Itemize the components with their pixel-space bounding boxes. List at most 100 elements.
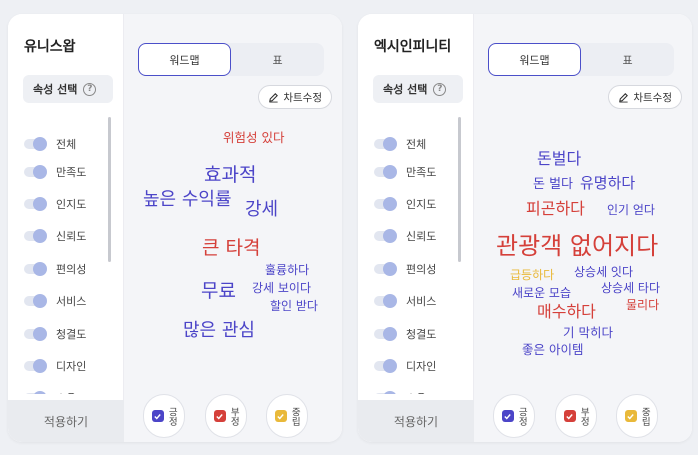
legend-positive[interactable]: 긍정 (493, 394, 535, 438)
toggle-switch[interactable] (24, 262, 47, 276)
word-cloud-word[interactable]: 무료 (201, 282, 236, 301)
word-cloud-word[interactable]: 좋은 아이템 (522, 343, 583, 357)
attribute-item[interactable]: 전체 (374, 134, 426, 154)
word-cloud-word[interactable]: 할인 받다 (270, 300, 318, 312)
tab-wordmap[interactable]: 워드맵 (488, 43, 581, 76)
toggle-switch[interactable] (24, 229, 47, 243)
attribute-item[interactable]: 디자인 (24, 356, 86, 376)
legend-neutral[interactable]: 중립 (616, 394, 658, 438)
word-cloud-word[interactable]: 훌륭하다 (265, 264, 309, 276)
toggle-switch[interactable] (24, 137, 47, 151)
toggle-switch[interactable] (374, 197, 397, 211)
edit-chart-button[interactable]: 차트수정 (608, 85, 682, 109)
tab-wordmap[interactable]: 워드맵 (138, 43, 231, 76)
toggle-switch[interactable] (374, 165, 397, 179)
word-cloud-word[interactable]: 큰 타격 (202, 239, 260, 258)
legend-label: 긍정 (166, 406, 178, 426)
toggle-switch[interactable] (24, 165, 47, 179)
attribute-label: 서비스 (56, 295, 87, 308)
toggle-switch[interactable] (24, 197, 47, 211)
checkbox-checked-icon (213, 410, 226, 422)
attribute-item[interactable]: 인지도 (24, 194, 86, 214)
word-cloud-word[interactable]: 피곤하다 (526, 201, 585, 217)
attribute-item[interactable]: 만족도 (374, 162, 436, 182)
word-cloud-word[interactable]: 강세 (245, 201, 278, 219)
attribute-label: 신뢰도 (56, 230, 87, 243)
word-cloud-word[interactable]: 급등하다 (510, 269, 554, 281)
attribute-label: 소음 (406, 390, 426, 394)
pencil-icon (269, 92, 279, 103)
word-cloud: 위험성 있다 효과적 높은 수익률 강세 큰 타격 훌륭하다 무료 강세 보이다… (124, 114, 342, 394)
toggle-switch[interactable] (24, 391, 47, 394)
legend-positive[interactable]: 긍정 (143, 394, 185, 438)
word-cloud-word[interactable]: 관광객 없어지다 (496, 234, 658, 258)
word-cloud-word[interactable]: 위험성 있다 (223, 131, 284, 145)
apply-button[interactable]: 적용하기 (358, 400, 474, 442)
word-cloud-word[interactable]: 유명하다 (580, 176, 635, 191)
word-cloud-word[interactable]: 물리다 (626, 299, 659, 311)
word-cloud-word[interactable]: 높은 수익률 (143, 191, 232, 209)
attribute-label: 인지도 (56, 198, 87, 211)
legend-neutral[interactable]: 중립 (266, 394, 308, 438)
legend-negative[interactable]: 부정 (205, 394, 247, 438)
attribute-select-header: 속성 선택 ? (373, 75, 463, 103)
word-cloud-word[interactable]: 돈 벌다 (533, 178, 573, 191)
attribute-item[interactable]: 전체 (24, 134, 76, 154)
attribute-item[interactable]: 서비스 (24, 291, 86, 311)
word-cloud-word[interactable]: 기 막히다 (563, 326, 613, 340)
legend-negative[interactable]: 부정 (555, 394, 597, 438)
apply-button[interactable]: 적용하기 (8, 400, 124, 442)
attribute-label: 편의성 (56, 263, 87, 276)
attribute-label: 만족도 (406, 166, 437, 179)
toggle-switch[interactable] (374, 262, 397, 276)
word-cloud-word[interactable]: 매수하다 (537, 304, 596, 320)
toggle-switch[interactable] (374, 327, 397, 341)
toggle-switch[interactable] (24, 327, 47, 341)
toggle-switch[interactable] (374, 359, 397, 373)
attribute-item[interactable]: 청결도 (374, 324, 436, 344)
word-cloud-word[interactable]: 새로운 모습 (512, 287, 571, 299)
edit-chart-button[interactable]: 차트수정 (258, 85, 332, 109)
attribute-item[interactable]: 청결도 (24, 324, 86, 344)
toggle-switch[interactable] (374, 391, 397, 394)
help-icon[interactable]: ? (83, 82, 97, 96)
attribute-label: 전체 (56, 138, 77, 151)
legend-label: 중립 (289, 406, 301, 426)
word-cloud: 돈벌다 돈 벌다 유명하다 피곤하다 인기 얻다 관광객 없어지다 급등하다 상… (474, 114, 692, 394)
toggle-switch[interactable] (374, 137, 397, 151)
toggle-switch[interactable] (374, 229, 397, 243)
view-tabs: 워드맵 표 (138, 43, 324, 76)
word-cloud-word[interactable]: 많은 관심 (183, 322, 255, 340)
word-cloud-word[interactable]: 인기 얻다 (607, 204, 655, 216)
word-cloud-word[interactable]: 상승세 타다 (601, 282, 660, 294)
toggle-switch[interactable] (24, 294, 47, 308)
help-icon[interactable]: ? (433, 82, 447, 96)
attribute-item[interactable]: 만족도 (24, 162, 86, 182)
word-cloud-word[interactable]: 강세 보이다 (252, 282, 311, 294)
word-cloud-word[interactable]: 돈벌다 (537, 151, 581, 167)
attribute-item[interactable]: 신뢰도 (24, 226, 86, 246)
attribute-label: 디자인 (406, 360, 437, 373)
attribute-list: 전체 만족도 인지도 신뢰도 편의성 서비스 청결도 디자인 소음 (8, 114, 124, 394)
toggle-switch[interactable] (24, 359, 47, 373)
attribute-item[interactable]: 서비스 (374, 291, 436, 311)
tab-table[interactable]: 표 (581, 43, 674, 76)
brand-title: 유니스왑 (24, 39, 76, 55)
attribute-item[interactable]: 신뢰도 (374, 226, 436, 246)
chart-area: 워드맵 표 차트수정 돈벌다 돈 벌다 유명하다 피곤하다 인기 얻다 관광객 … (474, 14, 692, 442)
attribute-label: 청결도 (56, 328, 87, 341)
attribute-scrollbar[interactable] (108, 117, 111, 262)
attribute-item[interactable]: 인지도 (374, 194, 436, 214)
attribute-item[interactable]: 디자인 (374, 356, 436, 376)
attribute-item[interactable]: 소음 (374, 388, 426, 394)
attribute-item[interactable]: 편의성 (24, 259, 86, 279)
word-cloud-word[interactable]: 상승세 잇다 (574, 266, 633, 278)
tab-table[interactable]: 표 (231, 43, 324, 76)
attribute-item[interactable]: 소음 (24, 388, 76, 394)
attribute-item[interactable]: 편의성 (374, 259, 436, 279)
attribute-select-label: 속성 선택 (33, 83, 78, 96)
legend-label: 중립 (639, 406, 651, 426)
attribute-scrollbar[interactable] (458, 117, 461, 262)
toggle-switch[interactable] (374, 294, 397, 308)
word-cloud-word[interactable]: 효과적 (204, 166, 256, 185)
